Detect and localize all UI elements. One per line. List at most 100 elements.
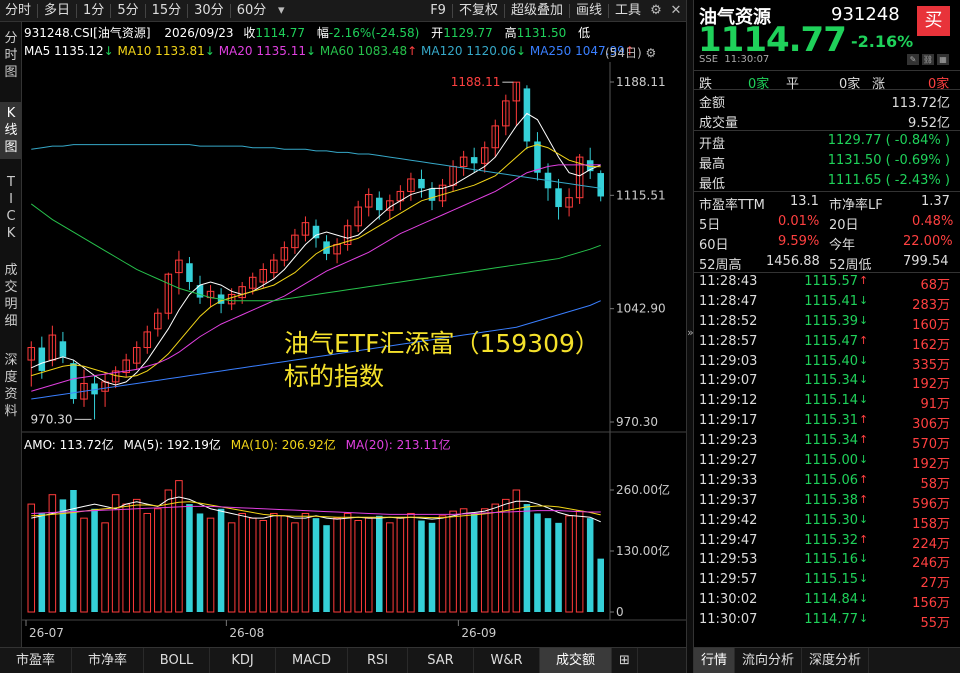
volume-bar xyxy=(206,517,215,613)
market-breadth: 跌 0家 平 0家 涨 0家 xyxy=(694,70,960,92)
tools-button[interactable]: 工具 xyxy=(610,0,646,22)
volume-bar xyxy=(101,522,109,613)
volume-bar xyxy=(291,522,299,613)
tick-volume: 192万 xyxy=(912,377,950,393)
left-tab-trade-detail[interactable]: 成交明细 xyxy=(0,262,22,330)
tick-volume: 306万 xyxy=(912,417,950,433)
bar-close: 1114.77 xyxy=(255,26,305,40)
candle xyxy=(534,141,541,173)
volume-bar xyxy=(312,518,320,612)
volume-bar xyxy=(544,518,552,612)
indicator-tab-amount[interactable]: 成交额 xyxy=(540,648,612,673)
candle xyxy=(418,178,425,189)
overlay-button[interactable]: 超级叠加 xyxy=(506,0,568,22)
stat-amount: 金额 113.72亿 xyxy=(699,96,950,111)
period-tab-multiday[interactable]: 多日 xyxy=(39,0,75,22)
ma-legend: MA5 1135.12↓ MA10 1133.81↓ MA20 1135.11↓… xyxy=(24,44,635,58)
volume-bar xyxy=(418,520,425,612)
settings-icon[interactable]: ⚙ xyxy=(646,0,666,22)
tick-volume: 570万 xyxy=(912,437,950,453)
add-icon[interactable]: ⊞ xyxy=(612,648,638,673)
tick-row: 11:29:03 1115.40 ↓ 335万 xyxy=(694,353,960,373)
tick-price: 1115.00 xyxy=(804,453,858,469)
tick-price: 1115.30 xyxy=(804,512,858,528)
buy-button[interactable]: 买 xyxy=(917,6,950,36)
ma10-legend: MA10 1133.81 xyxy=(117,44,205,58)
volume-bar xyxy=(186,504,193,612)
exchange-time: SSE 11:30:07 xyxy=(699,54,770,65)
indicator-tab-kdj[interactable]: KDJ xyxy=(210,648,276,673)
amo-ma10: MA(10): 206.92亿 xyxy=(230,438,336,452)
period-tab-5min[interactable]: 5分 xyxy=(112,0,143,22)
volume-bar xyxy=(217,508,225,612)
panel-tab-flow[interactable]: 流向分析 xyxy=(735,648,803,673)
arrow-up-icon: ↑ xyxy=(859,492,869,506)
adjust-button[interactable]: 不复权 xyxy=(454,0,503,22)
panel-icons: ✎ ⛓ ▦ xyxy=(907,54,949,65)
link-icon[interactable]: ⛓ xyxy=(922,54,934,65)
panel-tab-depth[interactable]: 深度分析 xyxy=(802,648,870,673)
tick-time: 11:28:47 xyxy=(699,293,758,309)
period-tab-15min[interactable]: 15分 xyxy=(147,0,187,22)
period-tab-60min[interactable]: 60分 xyxy=(232,0,272,22)
f9-button[interactable]: F9 xyxy=(425,0,451,22)
chevron-right-icon[interactable]: » xyxy=(687,326,694,339)
settings-icon[interactable]: ⚙ xyxy=(645,46,656,60)
period-tab-timeshare[interactable]: 分时 xyxy=(0,0,36,22)
tick-list[interactable]: 11:28:43 1115.57 ↑ 68万 11:28:47 1115.41 ↓ 283万 1… xyxy=(694,273,960,631)
grid-icon[interactable]: ▦ xyxy=(937,54,949,65)
tick-row: 11:29:17 1115.31 ↑ 306万 xyxy=(694,412,960,432)
arrow-up-icon: ↑ xyxy=(859,532,869,546)
volume-bar xyxy=(438,515,447,613)
chevron-down-icon[interactable]: ▾ xyxy=(271,0,291,22)
candle xyxy=(186,263,193,282)
indicator-tab-boll[interactable]: BOLL xyxy=(144,648,210,673)
tick-time: 11:29:53 xyxy=(699,552,758,568)
panel-tab-quote[interactable]: 行情 xyxy=(694,648,736,673)
tick-time: 11:29:33 xyxy=(699,472,758,488)
time-tick-label: 26-09 xyxy=(461,626,496,640)
tick-row: 11:28:57 1115.47 ↑ 162万 xyxy=(694,333,960,353)
tick-time: 11:28:57 xyxy=(699,333,758,349)
period-tab-1min[interactable]: 1分 xyxy=(78,0,109,22)
indicator-tab-rsi[interactable]: RSI xyxy=(348,648,408,673)
draw-button[interactable]: 画线 xyxy=(571,0,607,22)
left-tab-kline[interactable]: K线图 xyxy=(0,102,22,159)
ma120-line xyxy=(31,144,601,189)
tick-row: 11:28:47 1115.41 ↓ 283万 xyxy=(694,293,960,313)
volume-bar xyxy=(270,512,278,613)
left-tabs: 分时图 K线图 TICK 成交明细 深度资料 xyxy=(0,22,22,647)
left-tab-tick[interactable]: TICK xyxy=(0,174,22,242)
period-count[interactable]: (54日) ⚙ xyxy=(605,44,656,61)
indicator-tab-pe[interactable]: 市盈率 xyxy=(0,648,72,673)
volume-bar xyxy=(38,513,46,612)
indicator-tab-sar[interactable]: SAR xyxy=(408,648,474,673)
ma5-legend: MA5 1135.12 xyxy=(24,44,104,58)
tick-price: 1115.39 xyxy=(804,313,858,329)
amo-value: AMO: 113.72亿 xyxy=(24,438,114,452)
tick-volume: 91万 xyxy=(920,397,950,413)
period-tab-30min[interactable]: 30分 xyxy=(189,0,229,22)
volume-bar xyxy=(143,512,152,613)
tick-time: 11:29:47 xyxy=(699,532,758,548)
price-tick-label: 1042.90 xyxy=(616,302,666,316)
arrow-down-icon: ↓ xyxy=(305,44,317,58)
left-tab-timeshare[interactable]: 分时图 xyxy=(0,30,22,81)
indicator-tab-wr[interactable]: W&R xyxy=(474,648,540,673)
volume-bar xyxy=(459,508,468,613)
arrow-down-icon: ↓ xyxy=(859,612,869,626)
volume-bar xyxy=(534,513,541,612)
tick-volume: 192万 xyxy=(912,457,950,473)
volume-bar xyxy=(428,522,436,612)
edit-icon[interactable]: ✎ xyxy=(907,54,919,65)
indicator-tab-macd[interactable]: MACD xyxy=(276,648,348,673)
left-tab-depth[interactable]: 深度资料 xyxy=(0,352,22,420)
chart-area[interactable]: 1188.11 1115.51 1042.90 970.30 260.00亿 130.00… xyxy=(22,22,686,647)
close-icon[interactable]: ✕ xyxy=(666,0,686,22)
time-tick-label: 26-08 xyxy=(229,626,264,640)
bar-date: 2026/09/23 xyxy=(164,26,234,40)
tick-row: 11:29:33 1115.06 ↑ 58万 xyxy=(694,472,960,492)
volume-bar xyxy=(396,517,405,613)
indicator-tab-pb[interactable]: 市净率 xyxy=(72,648,144,673)
tick-volume: 158万 xyxy=(912,516,950,532)
